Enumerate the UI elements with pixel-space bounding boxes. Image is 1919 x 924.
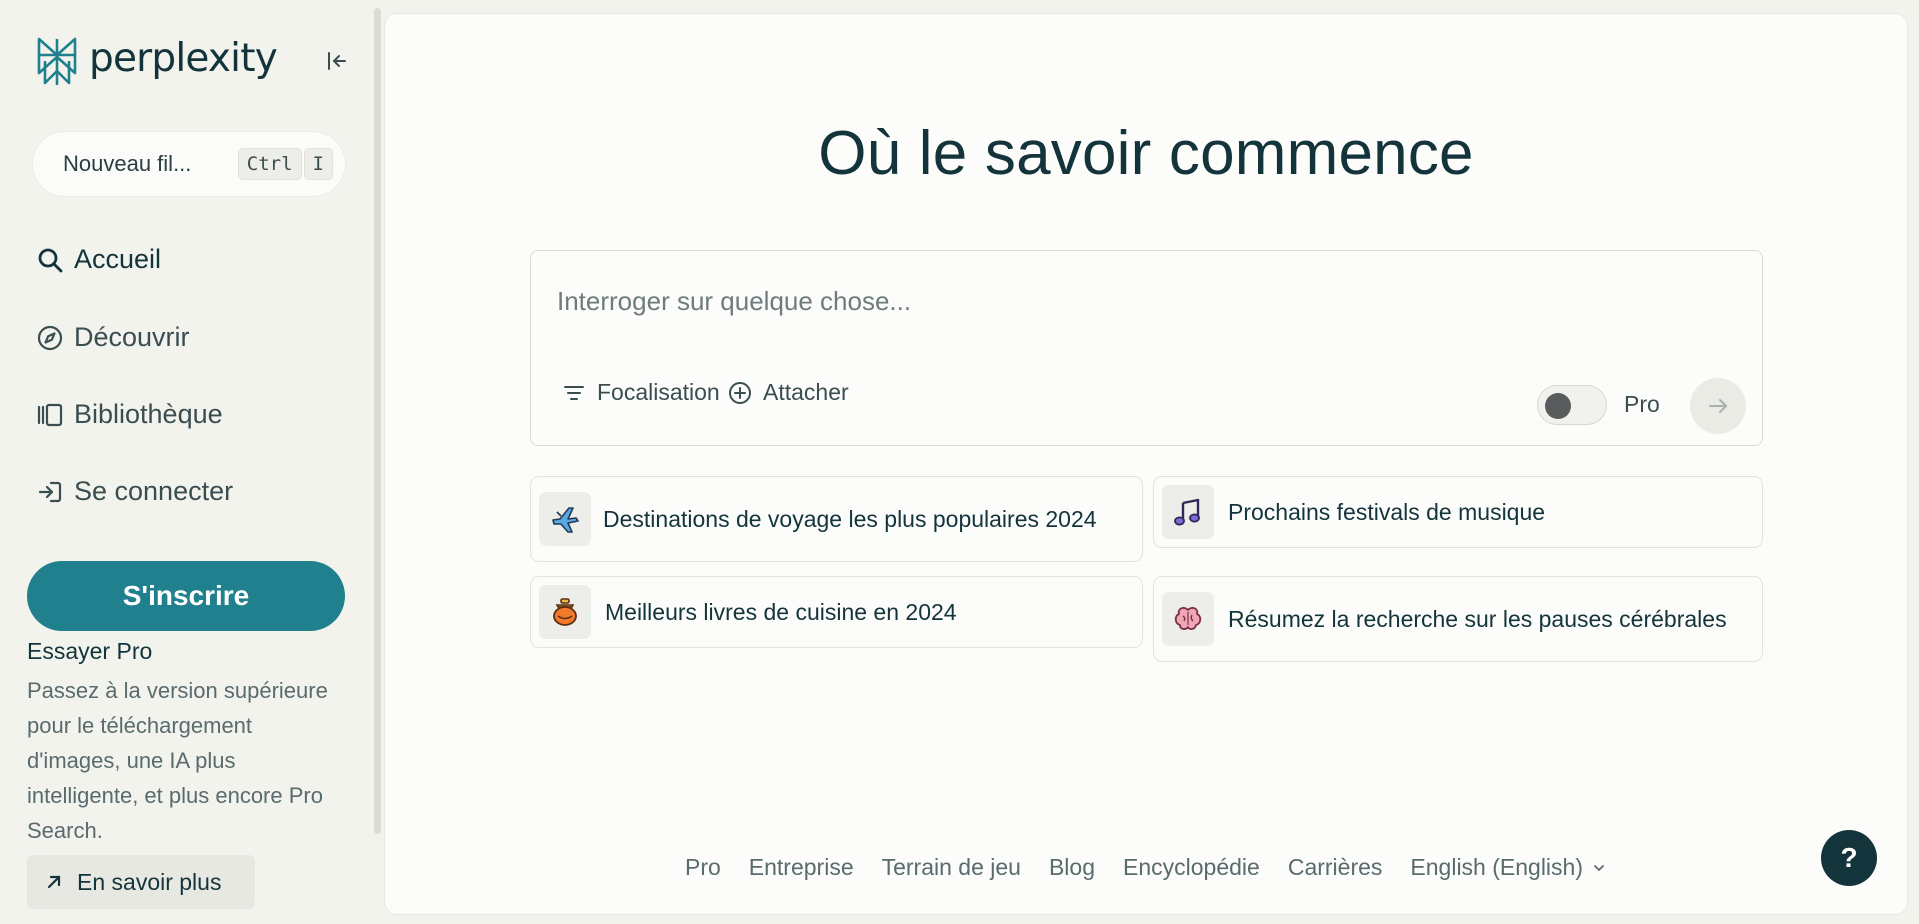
pro-promo-title: Essayer Pro: [27, 638, 153, 664]
main-panel: Où le savoir commence Focalisation Attac…: [385, 14, 1907, 914]
attach-label: Attacher: [763, 379, 849, 405]
sidebar-item-label: Bibliothèque: [74, 399, 223, 429]
cooking-pot-icon: [553, 598, 577, 626]
focus-button[interactable]: Focalisation: [561, 379, 720, 406]
signup-button[interactable]: S'inscrire: [27, 561, 345, 631]
brand-name: perplexity: [89, 35, 278, 81]
submit-button[interactable]: [1690, 378, 1746, 434]
sidebar-item-home[interactable]: Accueil: [36, 244, 161, 275]
learn-more-label: En savoir plus: [77, 868, 222, 895]
footer-link-careers[interactable]: Carrières: [1288, 854, 1383, 881]
suggestion-card[interactable]: Meilleurs livres de cuisine en 2024: [530, 576, 1143, 648]
sidebar-item-label: Découvrir: [74, 322, 190, 352]
footer-link-blog[interactable]: Blog: [1049, 854, 1095, 881]
suggestion-card[interactable]: Résumez la recherche sur les pauses céré…: [1153, 576, 1763, 662]
suggestion-text: Prochains festivals de musique: [1228, 498, 1546, 525]
sign-in-icon: [38, 481, 62, 502]
suggestion-card[interactable]: Prochains festivals de musique: [1153, 476, 1763, 548]
logo[interactable]: perplexity: [33, 33, 278, 89]
plus-circle-icon: [729, 381, 751, 404]
footer-link-enterprise[interactable]: Entreprise: [749, 854, 854, 881]
help-button[interactable]: ?: [1821, 830, 1877, 886]
new-thread-label: Nouveau fil...: [63, 151, 192, 176]
pro-label: Pro: [1624, 391, 1660, 417]
shortcut-hint: Ctrl I: [237, 148, 333, 180]
chevron-down-icon: [1594, 864, 1604, 871]
sidebar: perplexity Nouveau fil... Ctrl I Accueil…: [0, 0, 376, 924]
footer-link-pro[interactable]: Pro: [685, 854, 721, 881]
library-icon: [37, 403, 63, 426]
search-input[interactable]: [557, 281, 1707, 321]
compass-icon: [37, 325, 63, 350]
language-label: English (English): [1410, 854, 1583, 880]
collapse-sidebar-icon: [328, 52, 346, 70]
suggestion-icon-box: [539, 492, 591, 546]
shortcut-key-i: I: [303, 148, 333, 180]
attach-button[interactable]: Attacher: [727, 379, 849, 406]
suggestion-card[interactable]: Destinations de voyage les plus populair…: [530, 476, 1143, 562]
learn-more-button[interactable]: En savoir plus: [27, 855, 255, 909]
shortcut-key-ctrl: Ctrl: [237, 148, 302, 180]
collapse-sidebar-button[interactable]: [322, 46, 352, 76]
suggestion-icon-box: [539, 585, 591, 639]
sidebar-item-label: Accueil: [74, 244, 162, 274]
perplexity-logo-icon: [37, 37, 77, 85]
brain-icon: [1174, 607, 1202, 630]
filter-icon: [564, 385, 584, 400]
search-icon: [38, 248, 63, 272]
footer-link-playground[interactable]: Terrain de jeu: [882, 854, 1021, 881]
new-thread-button[interactable]: Nouveau fil... Ctrl I: [33, 132, 345, 196]
music-note-icon: [1174, 498, 1200, 526]
sidebar-item-discover[interactable]: Découvrir: [36, 322, 190, 353]
sidebar-scrollbar[interactable]: [374, 8, 381, 834]
toggle-knob: [1545, 393, 1571, 419]
footer-nav: Pro Entreprise Terrain de jeu Blog Encyc…: [385, 854, 1907, 881]
pro-promo-description: Passez à la version supérieure pour le t…: [27, 678, 328, 843]
suggestion-icon-box: [1162, 485, 1214, 539]
airplane-icon: [552, 507, 579, 533]
pro-toggle[interactable]: [1537, 385, 1607, 425]
sidebar-item-library[interactable]: Bibliothèque: [36, 399, 223, 430]
suggestion-text: Meilleurs livres de cuisine en 2024: [605, 598, 957, 625]
sidebar-item-sign-in[interactable]: Se connecter: [36, 476, 233, 507]
language-selector[interactable]: English (English): [1410, 854, 1607, 881]
footer-link-encyclopedia[interactable]: Encyclopédie: [1123, 854, 1260, 881]
search-box: Focalisation Attacher Pro: [530, 250, 1763, 446]
sidebar-item-label: Se connecter: [74, 476, 234, 506]
arrow-up-right-icon: [47, 875, 61, 889]
focus-label: Focalisation: [597, 379, 720, 405]
suggestion-text: Destinations de voyage les plus populair…: [603, 505, 1097, 532]
suggestion-icon-box: [1162, 592, 1214, 646]
page-title: Où le savoir commence: [818, 119, 1474, 188]
arrow-right-icon: [1709, 399, 1727, 413]
suggestion-text: Résumez la recherche sur les pauses céré…: [1228, 605, 1727, 632]
